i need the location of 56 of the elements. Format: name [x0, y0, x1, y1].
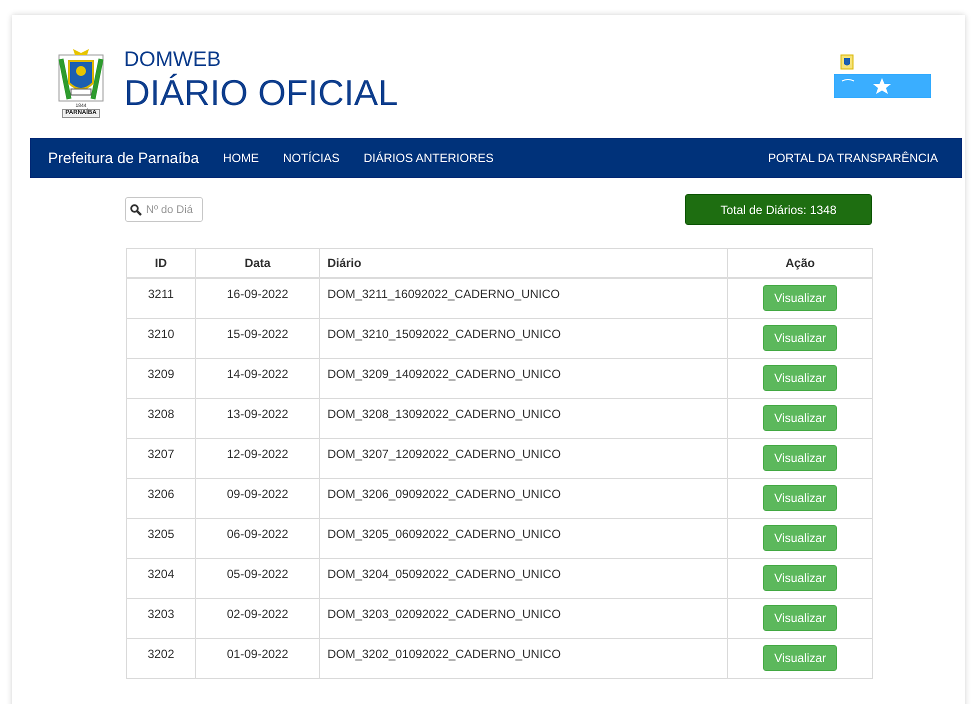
view-button[interactable]: Visualizar	[763, 445, 838, 471]
view-button[interactable]: Visualizar	[763, 405, 838, 431]
table-cell: DOM_3205_06092022_CADERNO_UNICO	[320, 518, 728, 558]
table-cell: 3202	[126, 638, 196, 678]
table-cell: DOM_3206_09092022_CADERNO_UNICO	[320, 478, 728, 518]
table-cell: 14-09-2022	[195, 358, 320, 398]
column-header: Ação	[728, 248, 872, 278]
table-cell: 02-09-2022	[195, 598, 320, 638]
site-title: DIÁRIO OFICIAL	[124, 70, 398, 114]
table-cell: 3210	[126, 318, 196, 358]
table-cell: 3206	[126, 478, 196, 518]
nav-link[interactable]: DIÁRIOS ANTERIORES	[364, 151, 494, 165]
table-cell: 3211	[126, 278, 196, 318]
table-cell: DOM_3211_16092022_CADERNO_UNICO	[320, 278, 728, 318]
view-button[interactable]: Visualizar	[763, 525, 838, 551]
table-cell: 01-09-2022	[195, 638, 320, 678]
nav-link[interactable]: HOME	[222, 151, 259, 165]
table-cell: DOM_3210_15092022_CADERNO_UNICO	[320, 318, 728, 358]
view-button[interactable]: Visualizar	[763, 485, 838, 511]
table-cell: 3208	[126, 398, 196, 438]
view-button[interactable]: Visualizar	[763, 565, 838, 591]
table-cell: 06-09-2022	[195, 518, 320, 558]
table-cell: 3203	[126, 598, 196, 638]
table-cell: 3207	[126, 438, 196, 478]
table-cell: DOM_3208_13092022_CADERNO_UNICO	[320, 398, 728, 438]
table-cell: DOM_3204_05092022_CADERNO_UNICO	[320, 558, 728, 598]
table-cell: 3209	[126, 358, 196, 398]
table-cell: DOM_3209_14092022_CADERNO_UNICO	[320, 358, 728, 398]
view-button[interactable]: Visualizar	[763, 365, 838, 391]
table-cell: 3204	[126, 558, 196, 598]
view-button[interactable]: Visualizar	[763, 285, 838, 312]
table-cell: 09-09-2022	[195, 478, 320, 518]
flag-icon	[834, 74, 931, 98]
table-cell: DOM_3207_12092022_CADERNO_UNICO	[320, 438, 728, 478]
nav-brand[interactable]: Prefeitura de Parnaíba	[48, 150, 199, 166]
nav-link[interactable]: NOTÍCIAS	[282, 151, 340, 165]
coat-of-arms-icon	[840, 53, 854, 70]
view-button[interactable]: Visualizar	[763, 605, 838, 631]
table-cell: DOM_3203_02092022_CADERNO_UNICO	[320, 598, 728, 638]
table-cell: 12-09-2022	[195, 438, 320, 478]
search-icon	[130, 204, 142, 216]
search-field[interactable]: Nº do Diá	[125, 197, 203, 222]
table-cell: DOM_3202_01092022_CADERNO_UNICO	[320, 638, 728, 678]
site-subtitle: DOMWEB	[124, 48, 222, 70]
table-cell: 15-09-2022	[195, 318, 320, 358]
column-header: Data	[195, 248, 320, 278]
view-button[interactable]: Visualizar	[763, 325, 838, 351]
total-button[interactable]: Total de Diários: 1348	[685, 194, 872, 225]
nav-link[interactable]: PORTAL DA TRANSPARÊNCIA	[768, 151, 938, 165]
column-header: Diário	[320, 248, 728, 278]
column-header: ID	[126, 248, 196, 278]
table-cell: 16-09-2022	[195, 278, 320, 318]
view-button[interactable]: Visualizar	[763, 645, 838, 671]
table-cell: 05-09-2022	[195, 558, 320, 598]
table-cell: 13-09-2022	[195, 398, 320, 438]
table-cell: 3205	[126, 518, 196, 558]
